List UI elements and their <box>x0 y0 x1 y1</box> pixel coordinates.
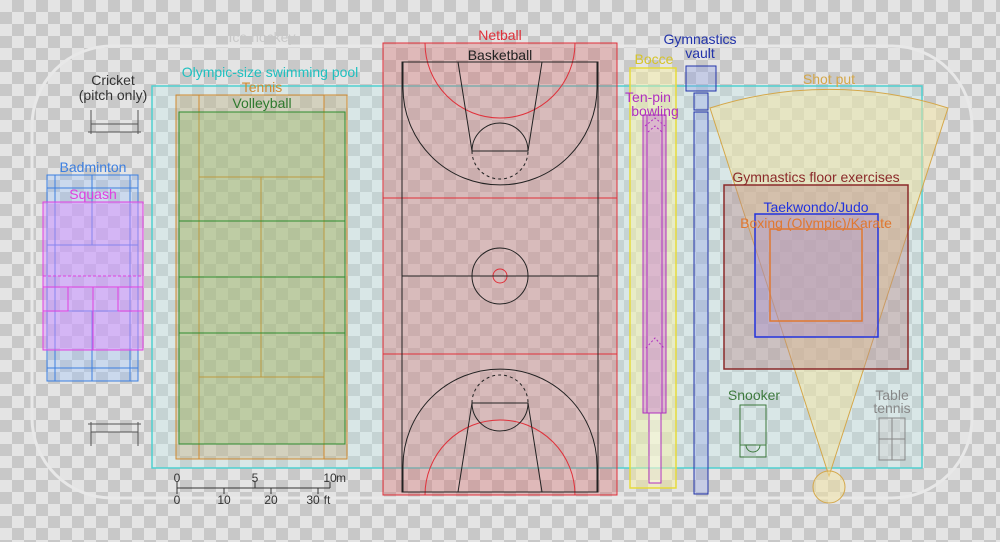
scale-m-0: 0 <box>174 471 181 485</box>
scale-ft-20: 20 <box>264 493 278 507</box>
cricket-pitch-bottom <box>88 422 141 446</box>
scale-m-5: 5 <box>252 471 259 485</box>
label-table-tennis-line2: tennis <box>873 400 910 416</box>
scale-ft-10: 10 <box>217 493 231 507</box>
label-cricket-line1: Cricket <box>91 72 135 88</box>
label-shot-put: Shot put <box>803 71 855 87</box>
label-vault-line2: vault <box>685 45 715 61</box>
scale-ft-0: 0 <box>174 493 181 507</box>
scale-ft-unit: ft <box>324 493 331 507</box>
label-ice-hockey: Ice hockey <box>229 29 296 45</box>
label-netball: Netball <box>478 27 522 43</box>
label-boxing: Boxing (Olympic)/Karate <box>740 215 892 231</box>
table-tennis-table <box>878 417 906 461</box>
label-basketball: Basketball <box>468 47 533 63</box>
label-gym-floor: Gymnastics floor exercises <box>732 169 899 185</box>
diagram-canvas: Ice hockey Cricket (pitch only) Olympic-… <box>30 27 974 507</box>
label-volleyball: Volleyball <box>232 95 291 111</box>
label-badminton: Badminton <box>60 159 127 175</box>
label-ten-pin-line2: bowling <box>631 103 678 119</box>
label-squash: Squash <box>69 186 116 202</box>
scale-m-unit: m <box>336 471 346 485</box>
netball-court <box>382 42 618 496</box>
label-cricket-line2: (pitch only) <box>79 87 147 103</box>
squash-court <box>42 201 144 351</box>
scale-ft-30: 30 <box>306 493 320 507</box>
scale-m-10: 10 <box>323 471 337 485</box>
cricket-pitch-top <box>88 110 141 134</box>
taekwondo-judo-area <box>754 213 879 338</box>
volleyball-court <box>178 111 346 445</box>
label-taekwondo: Taekwondo/Judo <box>763 199 868 215</box>
label-snooker: Snooker <box>728 387 780 403</box>
label-bocce: Bocce <box>635 51 674 67</box>
sports-field-diagram: Ice hockey Cricket (pitch only) Olympic-… <box>0 0 1000 542</box>
label-swimming-pool: Olympic-size swimming pool <box>182 64 359 80</box>
label-tennis: Tennis <box>242 79 282 95</box>
